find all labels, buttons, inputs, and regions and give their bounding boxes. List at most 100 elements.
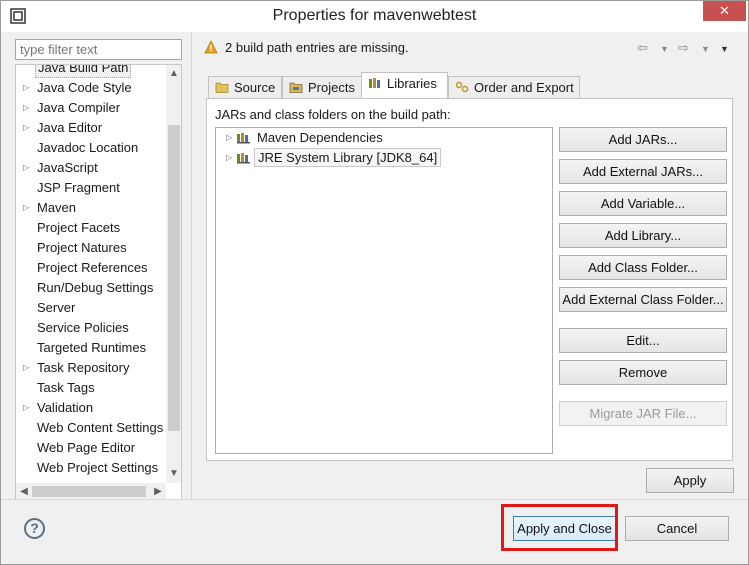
scroll-right-icon[interactable]: ▶: [150, 483, 166, 499]
order-export-icon: [455, 81, 469, 93]
nav-tree-item-label: Service Policies: [37, 320, 129, 335]
nav-tree-item[interactable]: Run/Debug Settings: [16, 278, 166, 298]
nav-tree-item-label: Project Natures: [37, 240, 127, 255]
expand-arrow-icon[interactable]: ▷: [226, 128, 232, 148]
library-label: JRE System Library [JDK8_64]: [254, 148, 442, 167]
tab-projects[interactable]: Projects: [282, 76, 362, 98]
build-path-tree[interactable]: ▷ Maven Dependencies ▷ JRE System Librar…: [215, 127, 553, 454]
tab-order-and-export-label: Order and Export: [474, 80, 574, 95]
nav-tree-item-label: Project Facets: [37, 220, 121, 235]
nav-tree-item-label: Javadoc Location: [37, 140, 139, 155]
expand-arrow-icon[interactable]: ▷: [23, 198, 33, 218]
expand-arrow-icon[interactable]: ▷: [23, 158, 33, 178]
add-external-jars-button[interactable]: Add External JARs...: [559, 159, 727, 184]
dialog-body: Java Build Path▷Java Code Style▷Java Com…: [1, 32, 748, 564]
back-arrow-icon[interactable]: ⇦: [637, 40, 648, 56]
tab-projects-label: Projects: [308, 80, 355, 95]
nav-tree-item[interactable]: Java Build Path: [16, 65, 166, 78]
expand-arrow-icon[interactable]: ▷: [23, 98, 33, 118]
view-menu-icon[interactable]: ▼: [720, 44, 729, 54]
scroll-left-icon[interactable]: ◀: [16, 483, 32, 499]
nav-tree-item[interactable]: Service Policies: [16, 318, 166, 338]
edit-button[interactable]: Edit...: [559, 328, 727, 353]
nav-tree-item[interactable]: ▷ Maven: [16, 198, 166, 218]
nav-tree-item[interactable]: Javadoc Location: [16, 138, 166, 158]
tab-libraries[interactable]: Libraries: [361, 72, 448, 98]
nav-tree-item-label: JavaScript: [37, 160, 98, 175]
nav-tree-item[interactable]: Task Tags: [16, 378, 166, 398]
forward-arrow-icon[interactable]: ⇨: [678, 40, 689, 56]
libraries-caption: JARs and class folders on the build path…: [215, 107, 451, 122]
footer-separator: [1, 499, 748, 500]
add-class-folder-button[interactable]: Add Class Folder...: [559, 255, 727, 280]
nav-tree-item-label: Task Repository: [37, 360, 130, 375]
cancel-button[interactable]: Cancel: [625, 516, 729, 541]
nav-tree-item-label: Web Page Editor: [37, 440, 136, 455]
nav-tree-item-label: Web Content Settings: [37, 420, 164, 435]
projects-icon: [289, 82, 303, 93]
tree-vertical-scrollbar[interactable]: ▲ ▼: [166, 65, 181, 483]
nav-tree-item[interactable]: ▷ Java Code Style: [16, 78, 166, 98]
status-message: 2 build path entries are missing.: [225, 40, 409, 55]
nav-tree-item-label: Maven: [37, 200, 77, 215]
back-dropdown-icon[interactable]: ▼: [660, 44, 669, 54]
close-button[interactable]: ✕: [703, 1, 746, 21]
migrate-jar-file-button: Migrate JAR File...: [559, 401, 727, 426]
filter-input[interactable]: [15, 39, 182, 60]
nav-tree-item-label: JSP Fragment: [37, 180, 120, 195]
pane-divider[interactable]: [191, 32, 192, 499]
expand-arrow-icon[interactable]: ▷: [23, 118, 33, 138]
nav-tree-item[interactable]: Server: [16, 298, 166, 318]
expand-arrow-icon[interactable]: ▷: [23, 358, 33, 378]
nav-tree-item[interactable]: ▷ Java Compiler: [16, 98, 166, 118]
library-icon: [237, 133, 250, 144]
libraries-icon: [369, 78, 380, 88]
scroll-up-icon[interactable]: ▲: [166, 65, 181, 82]
add-library-button[interactable]: Add Library...: [559, 223, 727, 248]
scroll-thumb[interactable]: [168, 125, 180, 431]
nav-tree-item[interactable]: Project Facets: [16, 218, 166, 238]
nav-tree-item[interactable]: ▷ Validation: [16, 398, 166, 418]
nav-tree-item[interactable]: Project Natures: [16, 238, 166, 258]
add-jars-button[interactable]: Add JARs...: [559, 127, 727, 152]
nav-tree-item[interactable]: Targeted Runtimes: [16, 338, 166, 358]
highlight-box: [501, 504, 618, 551]
library-label: Maven Dependencies: [257, 130, 383, 145]
help-icon[interactable]: ?: [24, 518, 45, 539]
nav-tree-item[interactable]: JSP Fragment: [16, 178, 166, 198]
nav-tree-item-label: Java Compiler: [37, 100, 121, 115]
nav-tree-item-label: Java Build Path: [35, 65, 132, 78]
nav-tree-item[interactable]: Web Content Settings: [16, 418, 166, 438]
nav-tree-item[interactable]: ▷ Java Editor: [16, 118, 166, 138]
tab-libraries-label: Libraries: [387, 76, 437, 91]
apply-button[interactable]: Apply: [646, 468, 734, 493]
tab-source[interactable]: Source: [208, 76, 282, 98]
window-title: Properties for mavenwebtest: [272, 7, 477, 24]
scroll-down-icon[interactable]: ▼: [166, 465, 181, 482]
add-variable-button[interactable]: Add Variable...: [559, 191, 727, 216]
libraries-panel: JARs and class folders on the build path…: [206, 98, 733, 461]
title-bar: Properties for mavenwebtest ✕: [1, 1, 748, 32]
nav-tree-item[interactable]: Web Page Editor: [16, 438, 166, 458]
forward-dropdown-icon[interactable]: ▼: [701, 44, 710, 54]
property-page-tree: Java Build Path ▷ Java Code Style ▷ Java Com…: [15, 64, 182, 500]
tree-horizontal-scrollbar[interactable]: ◀ ▶: [16, 483, 166, 499]
tab-order-and-export[interactable]: Order and Export: [448, 76, 580, 98]
nav-tree-item[interactable]: Web Project Settings: [16, 458, 166, 478]
add-external-class-folder-button[interactable]: Add External Class Folder...: [559, 287, 727, 312]
remove-button[interactable]: Remove: [559, 360, 727, 385]
source-folder-icon: [215, 82, 229, 93]
nav-tree-item-label: Server: [37, 300, 76, 315]
expand-arrow-icon[interactable]: ▷: [226, 148, 232, 168]
nav-tree-item-label: Targeted Runtimes: [37, 340, 147, 355]
warning-icon: [204, 40, 218, 54]
nav-tree-item-label: Task Tags: [37, 380, 95, 395]
nav-tree-item[interactable]: Project References: [16, 258, 166, 278]
nav-tree-item[interactable]: ▷ Task Repository: [16, 358, 166, 378]
scroll-thumb-horizontal[interactable]: [32, 486, 146, 497]
library-icon: [237, 153, 250, 164]
expand-arrow-icon[interactable]: ▷: [23, 78, 33, 98]
tab-source-label: Source: [234, 80, 276, 95]
expand-arrow-icon[interactable]: ▷: [23, 398, 33, 418]
nav-tree-item[interactable]: ▷ JavaScript: [16, 158, 166, 178]
